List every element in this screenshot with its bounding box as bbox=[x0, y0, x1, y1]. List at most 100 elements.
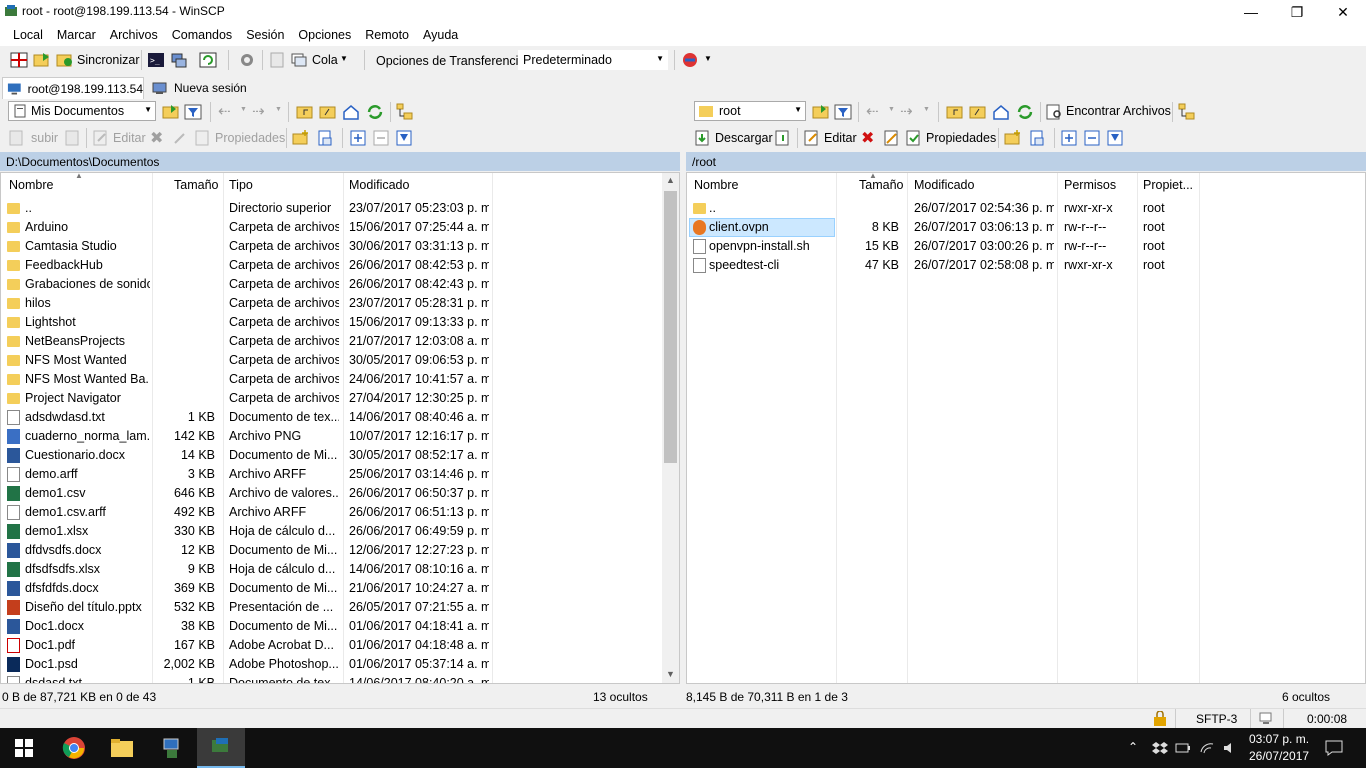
select-all-plus-icon[interactable] bbox=[349, 129, 367, 147]
select-all-plus-icon[interactable] bbox=[1060, 129, 1078, 147]
maximize-button[interactable]: ❐ bbox=[1274, 0, 1320, 24]
open-folder-icon[interactable] bbox=[162, 103, 180, 121]
edit-icon[interactable] bbox=[803, 129, 821, 147]
dropbox-icon[interactable] bbox=[1152, 740, 1168, 756]
download-icon[interactable] bbox=[694, 129, 712, 147]
scrollbar-thumb[interactable] bbox=[664, 191, 677, 463]
table-row[interactable]: hilos Carpeta de archivos 23/07/2017 05:28… bbox=[1, 294, 663, 313]
start-button[interactable] bbox=[0, 728, 48, 768]
taskbar-chrome[interactable] bbox=[50, 728, 98, 768]
table-row[interactable]: Arduino Carpeta de archivos 15/06/2017 07:… bbox=[1, 218, 663, 237]
refresh-icon[interactable] bbox=[1016, 103, 1034, 121]
putty-icon[interactable] bbox=[170, 51, 188, 69]
edit-button[interactable]: Editar bbox=[824, 131, 857, 145]
menu-archivos[interactable]: Archivos bbox=[103, 28, 165, 42]
table-row[interactable]: FeedbackHub Carpeta de archivos 26/06/2017… bbox=[1, 256, 663, 275]
taskbar-network-app[interactable] bbox=[148, 728, 196, 768]
show-hidden-icons-icon[interactable]: ⌃ bbox=[1128, 740, 1138, 754]
table-row[interactable]: Doc1.pdf 167 KB Adobe Acrobat D... 01/06/20… bbox=[1, 636, 663, 655]
remote-file-list[interactable]: Nombre Tamaño ▲ Modificado Permisos Prop… bbox=[686, 172, 1366, 684]
chevron-down-icon[interactable]: ▼ bbox=[888, 106, 895, 113]
open-folder-icon[interactable] bbox=[812, 103, 830, 121]
column-header-name[interactable]: Nombre bbox=[694, 178, 738, 192]
table-row[interactable]: NetBeansProjects Carpeta de archivos 21/07… bbox=[1, 332, 663, 351]
unselect-minus-icon[interactable] bbox=[372, 129, 390, 147]
upload-button[interactable]: subir bbox=[31, 131, 58, 145]
table-row[interactable]: NFS Most Wanted Carpeta de archivos 30/05/… bbox=[1, 351, 663, 370]
properties-button[interactable]: Propiedades bbox=[215, 131, 285, 145]
new-folder-icon[interactable] bbox=[1004, 129, 1022, 147]
lock-icon[interactable] bbox=[1153, 711, 1167, 726]
filter-icon[interactable] bbox=[184, 103, 202, 121]
column-header-name[interactable]: Nombre bbox=[9, 178, 53, 192]
table-row[interactable]: demo.arff 3 KB Archivo ARFF 25/06/2017 03:1… bbox=[1, 465, 663, 484]
refresh-icon[interactable] bbox=[366, 103, 384, 121]
local-scrollbar[interactable]: ▲ ▼ bbox=[662, 173, 679, 683]
chevron-down-icon[interactable]: ▼ bbox=[275, 106, 282, 113]
table-row[interactable]: .. Directorio superior 23/07/2017 05:23:03… bbox=[1, 199, 663, 218]
column-header-owner[interactable]: Propiet... bbox=[1143, 178, 1193, 192]
table-row[interactable]: Grabaciones de sonido Carpeta de archivos… bbox=[1, 275, 663, 294]
table-row[interactable]: Lightshot Carpeta de archivos 15/06/2017 0… bbox=[1, 313, 663, 332]
new-file-icon[interactable] bbox=[1028, 129, 1046, 147]
rename-icon[interactable] bbox=[883, 129, 901, 147]
back-arrow-icon[interactable]: ⇠ bbox=[866, 102, 879, 120]
delete-icon[interactable]: ✖ bbox=[150, 128, 163, 148]
queue-button[interactable]: Cola bbox=[312, 53, 338, 67]
unselect-minus-icon[interactable] bbox=[1083, 129, 1101, 147]
table-row[interactable]: speedtest-cli 47 KB 26/07/2017 02:58:08 p.… bbox=[687, 256, 1365, 275]
taskbar-winscp[interactable] bbox=[197, 728, 245, 768]
table-row[interactable]: dsdasd.txt 1 KB Documento de tex... 14/06/2… bbox=[1, 674, 663, 683]
chevron-down-icon[interactable]: ▼ bbox=[240, 106, 247, 113]
refresh-session-icon[interactable] bbox=[199, 51, 217, 69]
parent-directory-icon[interactable] bbox=[296, 103, 314, 121]
home-icon[interactable] bbox=[992, 103, 1010, 121]
table-row[interactable]: Doc1.docx 38 KB Documento de Mi... 01/06/20… bbox=[1, 617, 663, 636]
tree-view-icon[interactable] bbox=[396, 103, 414, 121]
find-files-icon[interactable] bbox=[1046, 103, 1064, 121]
edit-button[interactable]: Editar bbox=[113, 131, 146, 145]
table-row[interactable]: dfsfdfds.docx 369 KB Documento de Mi... 21/… bbox=[1, 579, 663, 598]
clock-date[interactable]: 26/07/2017 bbox=[1249, 749, 1309, 763]
local-path-bar[interactable]: D:\Documentos\Documentos bbox=[0, 152, 680, 171]
minimize-button[interactable]: — bbox=[1228, 0, 1274, 24]
table-row[interactable]: dfsdfsdfs.xlsx 9 KB Hoja de cálculo d... 14… bbox=[1, 560, 663, 579]
tree-view-icon[interactable] bbox=[1178, 103, 1196, 121]
new-file-icon[interactable] bbox=[316, 129, 334, 147]
root-directory-icon[interactable] bbox=[969, 103, 987, 121]
filter-mask-icon[interactable] bbox=[1106, 129, 1124, 147]
menu-ayuda[interactable]: Ayuda bbox=[416, 28, 465, 42]
menu-opciones[interactable]: Opciones bbox=[291, 28, 358, 42]
menu-remoto[interactable]: Remoto bbox=[358, 28, 416, 42]
transfer-preset-select[interactable]: Predeterminado ▼ bbox=[518, 50, 668, 70]
wifi-icon[interactable] bbox=[1199, 740, 1215, 756]
scroll-up-icon[interactable]: ▲ bbox=[666, 175, 675, 185]
table-row[interactable]: openvpn-install.sh 15 KB 26/07/2017 03:00:… bbox=[687, 237, 1365, 256]
table-row[interactable]: .. 26/07/2017 02:54:36 p. m. rwxr-xr-x root bbox=[687, 199, 1365, 218]
column-header-size[interactable]: Tamaño bbox=[174, 178, 218, 192]
menu-comandos[interactable]: Comandos bbox=[165, 28, 239, 42]
properties-icon[interactable] bbox=[905, 129, 923, 147]
table-row[interactable]: Diseño del título.pptx 532 KB Presentación… bbox=[1, 598, 663, 617]
synchronize-icon[interactable] bbox=[56, 51, 74, 69]
chevron-down-icon[interactable]: ▼ bbox=[923, 106, 930, 113]
column-header-rights[interactable]: Permisos bbox=[1064, 178, 1116, 192]
table-row[interactable]: demo1.csv.arff 492 KB Archivo ARFF 26/06/20… bbox=[1, 503, 663, 522]
transfer-settings-icon[interactable] bbox=[681, 51, 699, 69]
download-options-icon[interactable] bbox=[774, 129, 792, 147]
table-row[interactable]: NFS Most Wanted Ba... Carpeta de archivos… bbox=[1, 370, 663, 389]
table-row[interactable]: cuaderno_norma_lam... 142 KB Archivo PNG 10… bbox=[1, 427, 663, 446]
column-header-size[interactable]: Tamaño bbox=[859, 178, 903, 192]
table-row[interactable]: demo1.csv 646 KB Archivo de valores... 26/0… bbox=[1, 484, 663, 503]
forward-arrow-icon[interactable]: ⇢ bbox=[252, 102, 265, 120]
volume-icon[interactable] bbox=[1222, 740, 1238, 756]
find-files-button[interactable]: Encontrar Archivos bbox=[1066, 104, 1171, 118]
table-row[interactable]: dfdvsdfs.docx 12 KB Documento de Mi... 12/0… bbox=[1, 541, 663, 560]
terminal-icon[interactable]: >_ bbox=[147, 51, 165, 69]
queue-icon[interactable] bbox=[290, 51, 308, 69]
synchronize-browsing-icon[interactable] bbox=[33, 51, 51, 69]
download-button[interactable]: Descargar bbox=[715, 131, 773, 145]
remote-location-select[interactable]: root ▼ bbox=[694, 101, 806, 121]
remote-path-bar[interactable]: /root bbox=[686, 152, 1366, 171]
compare-directories-icon[interactable] bbox=[10, 51, 28, 69]
